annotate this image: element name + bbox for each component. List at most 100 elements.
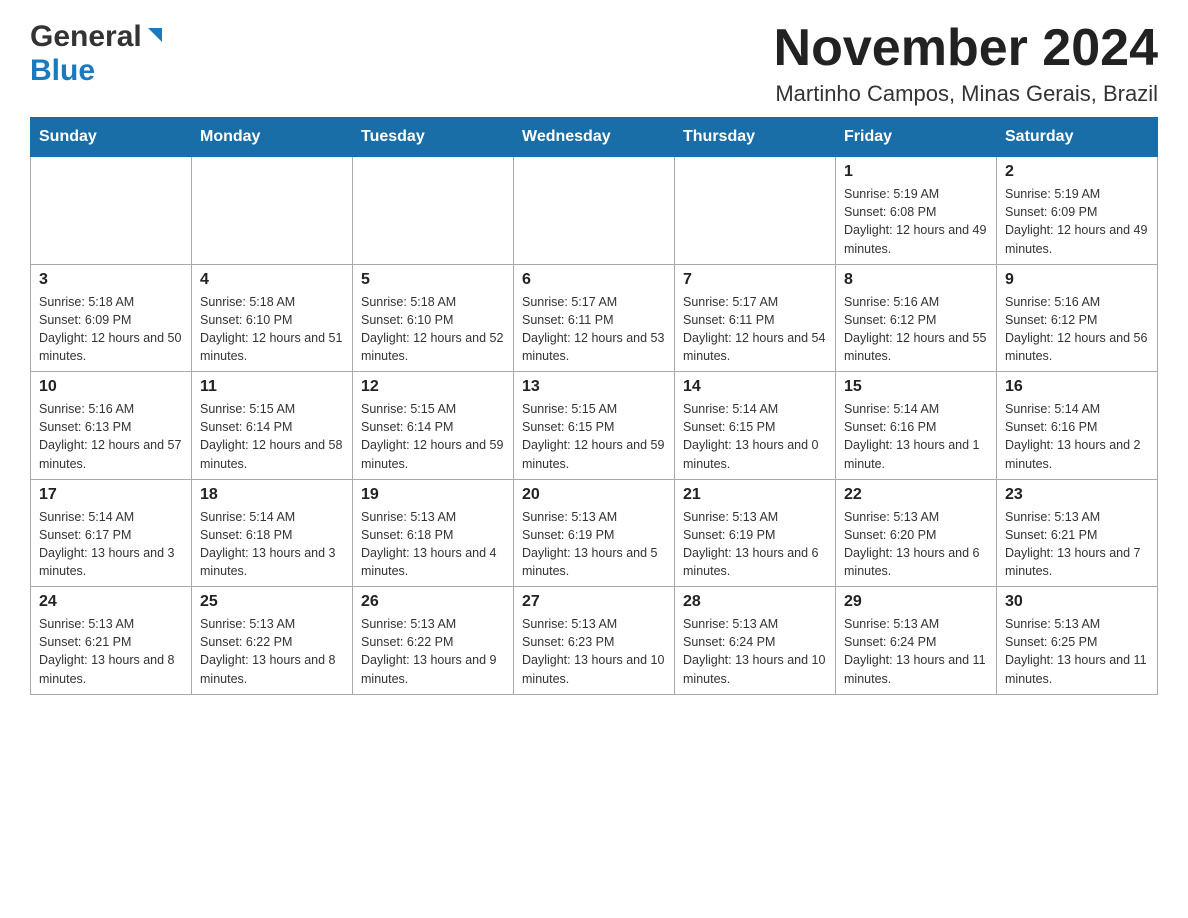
- day-info: Sunrise: 5:14 AMSunset: 6:16 PMDaylight:…: [844, 400, 988, 473]
- table-row: 13 Sunrise: 5:15 AMSunset: 6:15 PMDayligh…: [514, 372, 675, 480]
- col-thursday: Thursday: [675, 118, 836, 157]
- day-number: 12: [361, 378, 505, 396]
- day-info: Sunrise: 5:14 AMSunset: 6:15 PMDaylight:…: [683, 400, 827, 473]
- table-row: [353, 157, 514, 265]
- day-info: Sunrise: 5:15 AMSunset: 6:14 PMDaylight:…: [361, 400, 505, 473]
- day-info: Sunrise: 5:14 AMSunset: 6:16 PMDaylight:…: [1005, 400, 1149, 473]
- day-info: Sunrise: 5:18 AMSunset: 6:10 PMDaylight:…: [361, 293, 505, 366]
- day-number: 16: [1005, 378, 1149, 396]
- day-number: 22: [844, 486, 988, 504]
- day-info: Sunrise: 5:13 AMSunset: 6:19 PMDaylight:…: [683, 508, 827, 581]
- day-info: Sunrise: 5:13 AMSunset: 6:21 PMDaylight:…: [39, 615, 183, 688]
- day-info: Sunrise: 5:14 AMSunset: 6:18 PMDaylight:…: [200, 508, 344, 581]
- table-row: 4 Sunrise: 5:18 AMSunset: 6:10 PMDaylight…: [192, 264, 353, 372]
- calendar-week-row: 24 Sunrise: 5:13 AMSunset: 6:21 PMDayligh…: [31, 587, 1158, 695]
- col-wednesday: Wednesday: [514, 118, 675, 157]
- day-number: 3: [39, 271, 183, 289]
- day-info: Sunrise: 5:19 AMSunset: 6:09 PMDaylight:…: [1005, 185, 1149, 258]
- day-number: 15: [844, 378, 988, 396]
- table-row: 25 Sunrise: 5:13 AMSunset: 6:22 PMDayligh…: [192, 587, 353, 695]
- day-number: 14: [683, 378, 827, 396]
- day-info: Sunrise: 5:18 AMSunset: 6:10 PMDaylight:…: [200, 293, 344, 366]
- day-number: 25: [200, 593, 344, 611]
- day-number: 29: [844, 593, 988, 611]
- col-sunday: Sunday: [31, 118, 192, 157]
- day-number: 23: [1005, 486, 1149, 504]
- day-number: 9: [1005, 271, 1149, 289]
- logo-arrow-icon: [144, 24, 166, 51]
- day-number: 17: [39, 486, 183, 504]
- day-number: 5: [361, 271, 505, 289]
- location-title: Martinho Campos, Minas Gerais, Brazil: [774, 81, 1158, 107]
- table-row: 21 Sunrise: 5:13 AMSunset: 6:19 PMDayligh…: [675, 479, 836, 587]
- col-tuesday: Tuesday: [353, 118, 514, 157]
- day-info: Sunrise: 5:14 AMSunset: 6:17 PMDaylight:…: [39, 508, 183, 581]
- table-row: 24 Sunrise: 5:13 AMSunset: 6:21 PMDayligh…: [31, 587, 192, 695]
- table-row: 17 Sunrise: 5:14 AMSunset: 6:17 PMDayligh…: [31, 479, 192, 587]
- day-info: Sunrise: 5:17 AMSunset: 6:11 PMDaylight:…: [683, 293, 827, 366]
- logo-blue-text: Blue: [30, 54, 95, 87]
- logo: General Blue: [30, 20, 166, 88]
- day-info: Sunrise: 5:15 AMSunset: 6:14 PMDaylight:…: [200, 400, 344, 473]
- day-number: 19: [361, 486, 505, 504]
- day-number: 1: [844, 163, 988, 181]
- day-info: Sunrise: 5:13 AMSunset: 6:22 PMDaylight:…: [200, 615, 344, 688]
- table-row: 6Sunrise: 5:17 AMSunset: 6:11 PMDaylight…: [514, 264, 675, 372]
- day-number: 21: [683, 486, 827, 504]
- day-number: 24: [39, 593, 183, 611]
- col-friday: Friday: [836, 118, 997, 157]
- day-number: 28: [683, 593, 827, 611]
- table-row: 11 Sunrise: 5:15 AMSunset: 6:14 PMDayligh…: [192, 372, 353, 480]
- table-row: 7Sunrise: 5:17 AMSunset: 6:11 PMDaylight…: [675, 264, 836, 372]
- day-info: Sunrise: 5:13 AMSunset: 6:25 PMDaylight:…: [1005, 615, 1149, 688]
- day-info: Sunrise: 5:13 AMSunset: 6:23 PMDaylight:…: [522, 615, 666, 688]
- table-row: 28 Sunrise: 5:13 AMSunset: 6:24 PMDayligh…: [675, 587, 836, 695]
- table-row: 15 Sunrise: 5:14 AMSunset: 6:16 PMDayligh…: [836, 372, 997, 480]
- day-number: 8: [844, 271, 988, 289]
- day-info: Sunrise: 5:13 AMSunset: 6:24 PMDaylight:…: [683, 615, 827, 688]
- calendar-week-row: 3Sunrise: 5:18 AMSunset: 6:09 PMDaylight…: [31, 264, 1158, 372]
- table-row: 16 Sunrise: 5:14 AMSunset: 6:16 PMDayligh…: [997, 372, 1158, 480]
- day-info: Sunrise: 5:16 AMSunset: 6:12 PMDaylight:…: [1005, 293, 1149, 366]
- day-number: 30: [1005, 593, 1149, 611]
- table-row: 22 Sunrise: 5:13 AMSunset: 6:20 PMDayligh…: [836, 479, 997, 587]
- day-info: Sunrise: 5:13 AMSunset: 6:22 PMDaylight:…: [361, 615, 505, 688]
- col-saturday: Saturday: [997, 118, 1158, 157]
- day-info: Sunrise: 5:13 AMSunset: 6:20 PMDaylight:…: [844, 508, 988, 581]
- table-row: [675, 157, 836, 265]
- table-row: 27 Sunrise: 5:13 AMSunset: 6:23 PMDayligh…: [514, 587, 675, 695]
- table-row: 26 Sunrise: 5:13 AMSunset: 6:22 PMDayligh…: [353, 587, 514, 695]
- table-row: 2 Sunrise: 5:19 AMSunset: 6:09 PMDaylight…: [997, 157, 1158, 265]
- day-number: 4: [200, 271, 344, 289]
- table-row: 30 Sunrise: 5:13 AMSunset: 6:25 PMDayligh…: [997, 587, 1158, 695]
- table-row: 29 Sunrise: 5:13 AMSunset: 6:24 PMDayligh…: [836, 587, 997, 695]
- table-row: [31, 157, 192, 265]
- title-area: November 2024 Martinho Campos, Minas Ger…: [774, 20, 1158, 107]
- calendar-header-row: Sunday Monday Tuesday Wednesday Thursday…: [31, 118, 1158, 157]
- day-number: 2: [1005, 163, 1149, 181]
- day-info: Sunrise: 5:19 AMSunset: 6:08 PMDaylight:…: [844, 185, 988, 258]
- table-row: 5 Sunrise: 5:18 AMSunset: 6:10 PMDaylight…: [353, 264, 514, 372]
- table-row: 3Sunrise: 5:18 AMSunset: 6:09 PMDaylight…: [31, 264, 192, 372]
- day-number: 26: [361, 593, 505, 611]
- day-number: 11: [200, 378, 344, 396]
- day-number: 10: [39, 378, 183, 396]
- calendar-week-row: 10 Sunrise: 5:16 AMSunset: 6:13 PMDayligh…: [31, 372, 1158, 480]
- table-row: 19 Sunrise: 5:13 AMSunset: 6:18 PMDayligh…: [353, 479, 514, 587]
- day-info: Sunrise: 5:13 AMSunset: 6:24 PMDaylight:…: [844, 615, 988, 688]
- day-number: 27: [522, 593, 666, 611]
- day-info: Sunrise: 5:16 AMSunset: 6:13 PMDaylight:…: [39, 400, 183, 473]
- table-row: [192, 157, 353, 265]
- table-row: 23Sunrise: 5:13 AMSunset: 6:21 PMDayligh…: [997, 479, 1158, 587]
- day-info: Sunrise: 5:15 AMSunset: 6:15 PMDaylight:…: [522, 400, 666, 473]
- table-row: 1 Sunrise: 5:19 AMSunset: 6:08 PMDaylight…: [836, 157, 997, 265]
- table-row: 8 Sunrise: 5:16 AMSunset: 6:12 PMDaylight…: [836, 264, 997, 372]
- day-info: Sunrise: 5:13 AMSunset: 6:18 PMDaylight:…: [361, 508, 505, 581]
- day-number: 13: [522, 378, 666, 396]
- day-number: 20: [522, 486, 666, 504]
- calendar-week-row: 1 Sunrise: 5:19 AMSunset: 6:08 PMDaylight…: [31, 157, 1158, 265]
- calendar-table: Sunday Monday Tuesday Wednesday Thursday…: [30, 117, 1158, 695]
- page-header: General Blue November 2024 Martinho Camp…: [30, 20, 1158, 107]
- month-title: November 2024: [774, 20, 1158, 77]
- day-info: Sunrise: 5:16 AMSunset: 6:12 PMDaylight:…: [844, 293, 988, 366]
